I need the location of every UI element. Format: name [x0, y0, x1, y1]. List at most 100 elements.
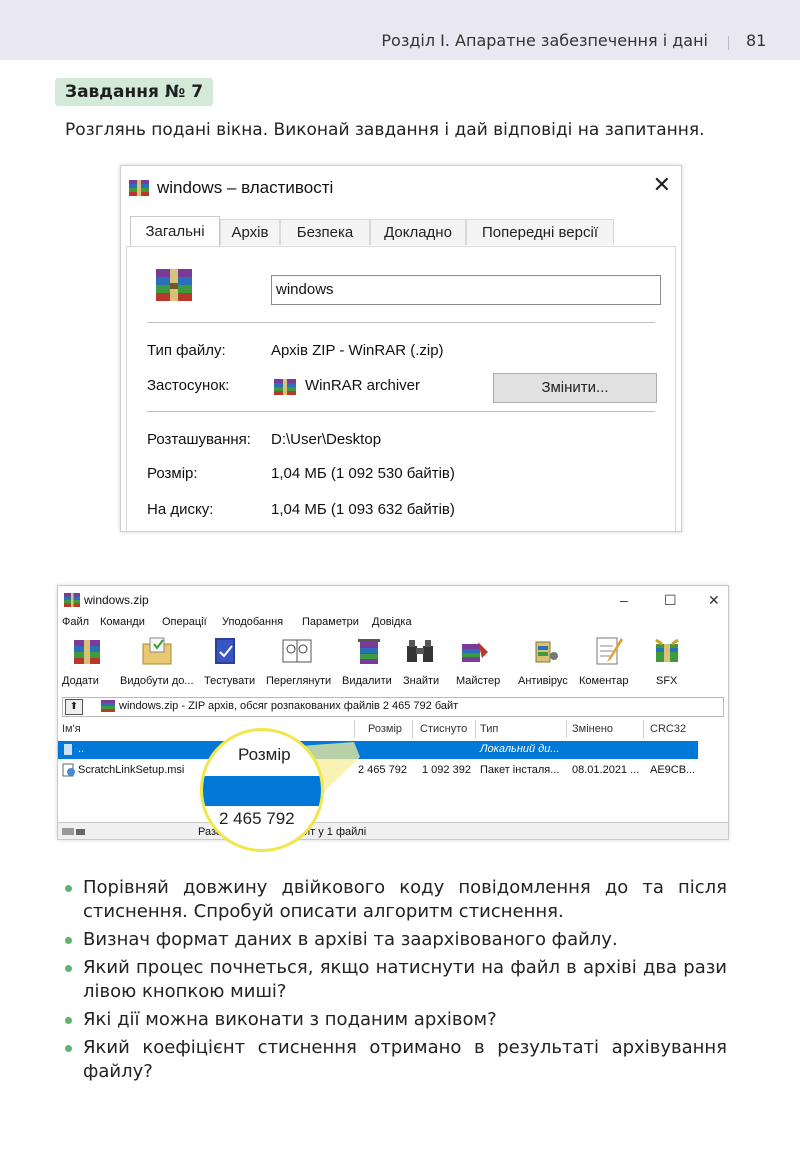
add-archive-icon: [74, 640, 100, 664]
size-value: 1,04 МБ (1 092 530 байтів): [271, 465, 455, 482]
table-row[interactable]: ScratchLinkSetup.msi 2 465 792 1 092 392…: [58, 762, 698, 780]
tab-details[interactable]: Докладно: [370, 219, 466, 245]
row-type: Пакет інсталя...: [480, 764, 560, 776]
list-item: Який коефіцієнт стиснення отримано в рез…: [63, 1036, 727, 1084]
up-folder-icon[interactable]: ⬆: [65, 699, 83, 715]
maximize-icon[interactable]: ☐: [664, 592, 677, 609]
header-divider: [728, 36, 729, 50]
archive-file-icon: [156, 269, 192, 301]
column-divider: [566, 720, 567, 738]
file-name-input[interactable]: windows: [271, 275, 661, 305]
page-header: Розділ І. Апаратне забезпечення і дані 8…: [0, 0, 800, 60]
column-type[interactable]: Тип: [480, 723, 498, 735]
list-item: Які дії можна виконати з поданим архівом…: [63, 1008, 727, 1032]
add-button[interactable]: Додати: [62, 634, 104, 687]
close-icon[interactable]: ✕: [653, 172, 671, 198]
comment-label: Коментар: [579, 675, 629, 687]
row-name: ScratchLinkSetup.msi: [78, 764, 185, 776]
drive-lock-icon: [62, 828, 85, 835]
question-text: Який процес почнеться, якщо натиснути на…: [83, 957, 727, 1002]
find-button[interactable]: Знайти: [403, 634, 439, 687]
test-book-icon: [215, 638, 235, 664]
page-number: 81: [746, 31, 767, 50]
magnifier-header: Розмір: [238, 745, 291, 764]
list-item: Порівняй довжину двійкового коду повідом…: [63, 876, 727, 924]
menu-preferences[interactable]: Уподобання: [222, 616, 283, 628]
row-modified: 08.01.2021 ...: [572, 764, 640, 776]
antivirus-label: Антивірус: [518, 675, 568, 687]
row-size: 2 465 792: [358, 764, 407, 776]
location-label: Розташування:: [147, 431, 251, 448]
comment-button[interactable]: Коментар: [579, 634, 628, 687]
menu-commands[interactable]: Команди: [100, 616, 145, 628]
magnifier-value: 2 465 792: [219, 809, 295, 828]
winrar-window: windows.zip – ☐ ✕ Файл Команди Операції …: [57, 585, 729, 840]
column-name[interactable]: Ім'я: [62, 723, 81, 735]
antivirus-icon: [535, 641, 558, 663]
view-button[interactable]: Переглянути: [266, 634, 331, 687]
column-packed[interactable]: Стиснуто: [420, 723, 467, 735]
disk-size-label: На диску:: [147, 501, 214, 518]
folder-icon: [64, 744, 72, 755]
row-crc: AE9CB...: [650, 764, 696, 776]
test-button[interactable]: Тестувати: [204, 634, 255, 687]
tab-archive[interactable]: Архів: [220, 219, 280, 245]
delete-label: Видалити: [342, 675, 392, 687]
task-badge: Завдання № 7: [55, 78, 214, 106]
tab-previous-versions[interactable]: Попередні версії: [466, 219, 614, 245]
extract-label: Видобути до...: [120, 675, 194, 687]
menu-options[interactable]: Параметри: [302, 616, 359, 628]
wizard-label: Майстер: [456, 675, 501, 687]
change-button[interactable]: Змінити...: [493, 373, 657, 403]
application-label: Застосунок:: [147, 377, 230, 394]
path-bar[interactable]: ⬆ windows.zip - ZIP архів, обсяг розпако…: [62, 697, 724, 717]
question-list: Порівняй довжину двійкового коду повідом…: [63, 876, 727, 1088]
view-label: Переглянути: [266, 675, 332, 687]
menu-file[interactable]: Файл: [62, 616, 89, 628]
extract-button[interactable]: Видобути до...: [120, 634, 194, 687]
bullet-icon: [65, 1045, 72, 1052]
sfx-icon: [655, 638, 679, 662]
row-packed: 1 092 392: [422, 764, 471, 776]
status-bar: Разо йт у 1 файлі: [58, 822, 728, 839]
divider: [147, 322, 655, 323]
column-size[interactable]: Розмір: [368, 723, 402, 735]
file-type-value: Архів ZIP - WinRAR (.zip): [271, 342, 444, 359]
magnifier-selection: [203, 776, 321, 806]
question-text: Які дії можна виконати з поданим архівом…: [83, 1009, 497, 1030]
table-row[interactable]: .. Локальний ди...: [58, 741, 698, 759]
winrar-icon: [64, 593, 80, 607]
delete-button[interactable]: Видалити: [342, 634, 392, 687]
size-label: Розмір:: [147, 465, 198, 482]
row-name: ..: [78, 743, 85, 755]
close-icon[interactable]: ✕: [708, 592, 720, 609]
magnifier: Розмір 2 465 792: [200, 728, 324, 852]
properties-title: windows – властивості: [157, 178, 334, 197]
question-text: Порівняй довжину двійкового коду повідом…: [83, 877, 727, 922]
column-divider: [354, 720, 355, 738]
extract-folder-icon: [142, 637, 172, 665]
winrar-icon: [129, 180, 149, 196]
task-instruction: Розглянь подані вікна. Виконай завдання …: [65, 120, 705, 140]
delete-bin-icon: [358, 639, 380, 664]
msi-file-icon: [62, 763, 75, 777]
menu-help[interactable]: Довідка: [372, 616, 412, 628]
minimize-icon[interactable]: –: [620, 592, 628, 608]
tab-security[interactable]: Безпека: [280, 219, 370, 245]
column-crc[interactable]: CRC32: [650, 723, 686, 735]
winrar-icon: [101, 700, 115, 712]
column-modified[interactable]: Змінено: [572, 723, 613, 735]
disk-size-value: 1,04 МБ (1 093 632 байтів): [271, 501, 455, 518]
tab-general[interactable]: Загальні: [130, 216, 220, 247]
question-text: Визнач формат даних в архіві та заархіво…: [83, 929, 618, 950]
winrar-title: windows.zip: [84, 593, 149, 607]
menu-operations[interactable]: Операції: [162, 616, 207, 628]
status-right: йт у 1 файлі: [304, 826, 367, 838]
antivirus-button[interactable]: Антивірус: [518, 634, 568, 687]
bullet-icon: [65, 965, 72, 972]
archive-path: windows.zip - ZIP архів, обсяг розпакова…: [119, 700, 459, 712]
row-type: Локальний ди...: [480, 743, 560, 755]
sfx-button[interactable]: SFX: [650, 634, 684, 687]
view-book-icon: [282, 639, 312, 663]
wizard-button[interactable]: Майстер: [456, 634, 500, 687]
